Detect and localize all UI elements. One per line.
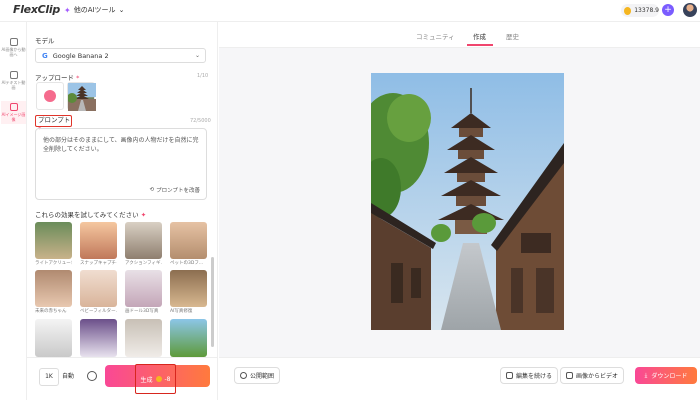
- download-icon: ⤓: [644, 371, 648, 379]
- rail-item-label: AIテキスト動画: [1, 80, 26, 90]
- aspect-auto-button[interactable]: 自動: [62, 368, 74, 386]
- google-icon: G: [42, 51, 48, 60]
- continue-edit-button[interactable]: 編集を続ける: [500, 367, 559, 384]
- image-icon: [9, 103, 18, 111]
- effect-thumbnail[interactable]: [35, 270, 72, 307]
- effect-thumbnail[interactable]: [80, 270, 117, 307]
- panel-scrollbar[interactable]: [211, 257, 214, 347]
- tab-community[interactable]: コミュニティ: [416, 31, 455, 41]
- generate-bar: 1K 自動 生成 -8: [27, 357, 218, 400]
- coin-icon: [624, 6, 632, 15]
- chevron-down-icon: ⌄: [118, 6, 125, 14]
- rail-item-label: AIイメージ画像: [1, 112, 26, 122]
- image-to-video-label: 画像からビデオ: [576, 373, 619, 380]
- generate-cost: -8: [164, 375, 171, 383]
- sparkle-icon: ✦: [64, 5, 71, 15]
- effect-thumbnail[interactable]: [35, 222, 72, 259]
- text-video-icon: [9, 71, 18, 79]
- upload-add-button[interactable]: [36, 82, 64, 110]
- add-credits-button[interactable]: +: [662, 4, 674, 16]
- prompt-textarea[interactable]: 他の部分はそのままにして、画像内の人物だけを自然に完全削除してください。 ⟲ プ…: [35, 128, 207, 200]
- effect-thumbnail[interactable]: [35, 319, 72, 357]
- download-button[interactable]: ⤓ ダウンロード: [635, 367, 697, 384]
- effect-thumbnail[interactable]: [125, 270, 162, 307]
- effect-caption: ライトアクリューシ...: [35, 261, 72, 266]
- rail-item-text-to-video[interactable]: AIテキスト動画: [1, 71, 26, 90]
- upload-count: 1/10: [197, 73, 209, 79]
- main-canvas: コミュニティ 作成 歴史: [219, 22, 700, 357]
- credits-balance[interactable]: 13378.9: [621, 4, 659, 17]
- effect-thumbnail[interactable]: [80, 222, 117, 259]
- public-scope-label: 公開範囲: [250, 373, 275, 380]
- effect-thumbnail[interactable]: [170, 319, 207, 357]
- pagoda-street-image: [371, 73, 564, 330]
- settings-panel: モデル G Google Banana 2 ⌄ アップロード * 1/10 プロ…: [27, 22, 218, 400]
- effect-caption: ペットの3Dフ...: [170, 261, 204, 266]
- other-ai-tools-menu[interactable]: ✦ 他のAIツール ⌄: [64, 5, 124, 15]
- generate-button[interactable]: 生成 -8: [105, 364, 210, 394]
- coin-icon: [155, 376, 162, 382]
- user-avatar[interactable]: [683, 3, 697, 17]
- download-label: ダウンロード: [651, 373, 688, 380]
- prompt-text: 他の部分はそのままにして、画像内の人物だけを自然に完全削除してください。: [43, 137, 199, 153]
- model-select[interactable]: G Google Banana 2 ⌄: [35, 48, 206, 63]
- edit-icon: [506, 372, 513, 379]
- top-bar: FlexClip ✦ 他のAIツール ⌄ 13378.9 +: [0, 0, 700, 22]
- aspect-ratio-icon[interactable]: [87, 371, 97, 381]
- flexclip-logo[interactable]: FlexClip: [13, 3, 60, 16]
- model-value: Google Banana 2: [52, 51, 109, 60]
- continue-edit-label: 編集を続ける: [516, 373, 553, 380]
- upload-label: アップロード *: [35, 74, 80, 82]
- effect-thumbnail[interactable]: [125, 319, 162, 357]
- effect-caption: 画ドール3D写真: [125, 309, 159, 314]
- effect-caption: アクションフィギ...: [125, 261, 162, 266]
- video-icon: [566, 372, 573, 379]
- improve-prompt-button[interactable]: ⟲ プロンプトを改善: [150, 186, 200, 194]
- resolution-button[interactable]: 1K: [39, 368, 59, 386]
- credits-value: 13378.9: [634, 7, 659, 14]
- effect-thumbnail[interactable]: [125, 222, 162, 259]
- tab-create[interactable]: 作成: [473, 31, 486, 41]
- effect-caption: ベビーフィルター...: [80, 309, 117, 314]
- chevron-down-icon: ⌄: [194, 52, 200, 59]
- video-icon: [9, 38, 18, 46]
- magic-wand-icon: ⟲: [149, 187, 155, 193]
- effect-caption: 未来の赤ちゃん: [35, 309, 67, 314]
- public-scope-button[interactable]: 公開範囲: [234, 367, 281, 384]
- effect-thumbnail[interactable]: [170, 222, 207, 259]
- prompt-count: 72/5000: [190, 118, 211, 124]
- generate-cost-highlight: 生成 -8: [135, 364, 176, 394]
- rail-item-ai-image[interactable]: AIイメージ画像: [1, 101, 26, 124]
- generate-label: 生成: [140, 376, 153, 384]
- prompt-label: プロンプト *: [35, 115, 72, 133]
- active-tab-indicator: [467, 44, 493, 46]
- rail-item-image-to-video[interactable]: AI画像から動画へ: [1, 38, 26, 57]
- main-tabs: コミュニティ 作成 歴史: [219, 22, 700, 48]
- effect-caption: スナップキャプチャ...: [80, 261, 117, 266]
- image-to-video-button[interactable]: 画像からビデオ: [560, 367, 625, 384]
- rail-item-label: AI画像から動画へ: [1, 47, 26, 57]
- tools-menu-label: 他のAIツール: [73, 6, 116, 14]
- generated-image[interactable]: [371, 73, 564, 330]
- pagoda-thumbnail-image: [67, 83, 96, 111]
- effect-caption: AI写真修復: [170, 309, 193, 314]
- model-label: モデル: [35, 37, 55, 45]
- image-actions-bar: 公開範囲 編集を続ける 画像からビデオ ⤓ ダウンロード: [219, 357, 700, 400]
- globe-icon: [240, 372, 247, 379]
- uploaded-image-thumbnail[interactable]: [67, 82, 96, 111]
- effect-thumbnail[interactable]: [80, 319, 117, 357]
- left-rail: AI画像から動画へ AIテキスト動画 AIイメージ画像: [0, 22, 27, 400]
- upload-icon: [44, 90, 56, 102]
- effect-thumbnail[interactable]: [170, 270, 207, 307]
- tab-history[interactable]: 歴史: [506, 31, 519, 41]
- improve-prompt-label: プロンプトを改善: [156, 188, 200, 194]
- effects-label: これらの効果を試してみてください ✦: [35, 211, 147, 219]
